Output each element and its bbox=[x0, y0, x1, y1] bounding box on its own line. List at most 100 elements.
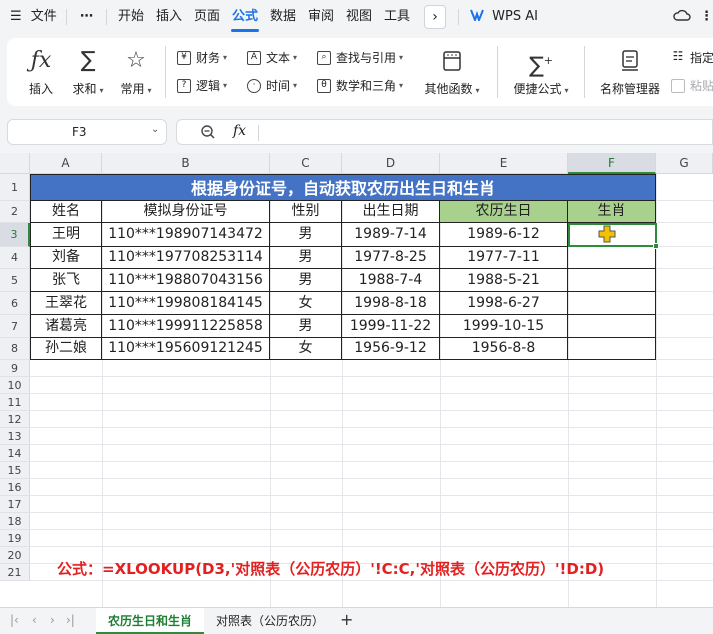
row-header-6[interactable]: 6 bbox=[0, 292, 30, 315]
tab-page[interactable]: 页面 bbox=[194, 0, 220, 34]
row-header-5[interactable]: 5 bbox=[0, 269, 30, 292]
cloud-icon[interactable] bbox=[673, 0, 691, 34]
table-cell[interactable]: 1956-9-12 bbox=[342, 338, 440, 360]
column-header-a[interactable]: A bbox=[30, 153, 102, 174]
table-cell[interactable]: 刘备 bbox=[30, 247, 102, 269]
file-menu[interactable]: ☰ 文件 bbox=[10, 0, 57, 34]
table-cell[interactable]: 女 bbox=[270, 292, 342, 315]
table-header-cell[interactable]: 出生日期 bbox=[342, 201, 440, 223]
table-cell[interactable]: 1989-6-12 bbox=[440, 223, 568, 247]
row-header-3[interactable]: 3 bbox=[0, 223, 30, 247]
table-cell[interactable]: 1977-7-11 bbox=[440, 247, 568, 269]
table-cell[interactable] bbox=[568, 338, 656, 360]
common-functions-button[interactable]: ☆ 常用 ▾ bbox=[113, 46, 159, 97]
quick-formula-button[interactable]: ∑+ 便捷公式 ▾ bbox=[509, 46, 573, 97]
table-cell[interactable]: 女 bbox=[270, 338, 342, 360]
row-header-7[interactable]: 7 bbox=[0, 315, 30, 338]
fx-icon[interactable]: fx bbox=[233, 123, 246, 139]
table-cell[interactable]: 男 bbox=[270, 315, 342, 338]
time-functions-button[interactable]: · 时间 ▾ bbox=[247, 76, 297, 96]
first-sheet-icon[interactable]: |‹ bbox=[10, 613, 19, 627]
select-all-corner[interactable] bbox=[0, 153, 30, 174]
table-cell[interactable] bbox=[568, 247, 656, 269]
zoom-icon[interactable] bbox=[200, 124, 216, 140]
table-cell[interactable]: 1999-10-15 bbox=[440, 315, 568, 338]
table-header-cell[interactable]: 模拟身份证号 bbox=[102, 201, 270, 223]
row-header-13[interactable]: 13 bbox=[0, 428, 30, 445]
autosum-button[interactable]: ∑ 求和 ▾ bbox=[65, 46, 111, 97]
overflow-icon[interactable]: ⋮ bbox=[700, 0, 713, 34]
row-header-4[interactable]: 4 bbox=[0, 247, 30, 269]
tab-view[interactable]: 视图 bbox=[346, 0, 372, 34]
logic-button[interactable]: ? 逻辑 ▾ bbox=[177, 76, 227, 96]
row-header-16[interactable]: 16 bbox=[0, 479, 30, 496]
tab-insert[interactable]: 插入 bbox=[156, 0, 182, 34]
finance-button[interactable]: ¥ 财务 ▾ bbox=[177, 48, 227, 68]
table-cell[interactable]: 男 bbox=[270, 223, 342, 247]
tab-tools[interactable]: 工具 bbox=[384, 0, 410, 34]
table-cell[interactable]: 1988-5-21 bbox=[440, 269, 568, 292]
table-header-cell[interactable]: 生肖 bbox=[568, 201, 656, 223]
table-cell[interactable] bbox=[568, 315, 656, 338]
row-header-20[interactable]: 20 bbox=[0, 547, 30, 564]
column-header-d[interactable]: D bbox=[342, 153, 440, 174]
tab-review[interactable]: 审阅 bbox=[308, 0, 334, 34]
paste-button[interactable]: 粘贴 bbox=[671, 76, 713, 96]
row-header-17[interactable]: 17 bbox=[0, 496, 30, 513]
table-header-cell[interactable]: 性别 bbox=[270, 201, 342, 223]
table-title[interactable]: 根据身份证号，自动获取农历出生日和生肖 bbox=[30, 174, 656, 201]
table-cell[interactable]: 110***199808184145 bbox=[102, 292, 270, 315]
row-header-9[interactable]: 9 bbox=[0, 360, 30, 377]
table-cell[interactable]: 1988-7-4 bbox=[342, 269, 440, 292]
table-cell[interactable]: 110***198907143472 bbox=[102, 223, 270, 247]
table-cell[interactable]: 110***199911225858 bbox=[102, 315, 270, 338]
sheet-tab-lunar-birthday[interactable]: 农历生日和生肖 bbox=[96, 608, 204, 634]
table-cell[interactable]: 张飞 bbox=[30, 269, 102, 292]
insert-function-button[interactable]: ƒx 插入 bbox=[21, 46, 61, 97]
table-cell[interactable]: 诸葛亮 bbox=[30, 315, 102, 338]
table-cell[interactable]: 男 bbox=[270, 247, 342, 269]
table-cell[interactable]: 1998-6-27 bbox=[440, 292, 568, 315]
tab-data[interactable]: 数据 bbox=[270, 0, 296, 34]
tab-home[interactable]: 开始 bbox=[118, 0, 144, 34]
table-cell[interactable]: 孙二娘 bbox=[30, 338, 102, 360]
row-header-1[interactable]: 1 bbox=[0, 174, 30, 201]
row-header-10[interactable]: 10 bbox=[0, 377, 30, 394]
table-cell[interactable]: 1989-7-14 bbox=[342, 223, 440, 247]
row-header-8[interactable]: 8 bbox=[0, 338, 30, 360]
next-sheet-icon[interactable]: › bbox=[50, 613, 55, 627]
column-header-c[interactable]: C bbox=[270, 153, 342, 174]
row-header-15[interactable]: 15 bbox=[0, 462, 30, 479]
table-cell[interactable] bbox=[568, 292, 656, 315]
column-header-b[interactable]: B bbox=[102, 153, 270, 174]
table-cell[interactable]: 1956-8-8 bbox=[440, 338, 568, 360]
row-header-14[interactable]: 14 bbox=[0, 445, 30, 462]
table-header-cell[interactable]: 姓名 bbox=[30, 201, 102, 223]
table-cell[interactable]: 1977-8-25 bbox=[342, 247, 440, 269]
sheet-tab-lookup-table[interactable]: 对照表（公历农历） bbox=[206, 608, 334, 634]
table-cell[interactable]: 110***197708253114 bbox=[102, 247, 270, 269]
column-header-f[interactable]: F bbox=[568, 153, 656, 174]
table-cell[interactable]: 110***195609121245 bbox=[102, 338, 270, 360]
specify-button[interactable]: ☷ 指定 bbox=[671, 48, 713, 68]
more-menu[interactable]: ⋯ bbox=[80, 0, 93, 34]
column-header-g[interactable]: G bbox=[656, 153, 713, 174]
text-functions-button[interactable]: A 文本 ▾ bbox=[247, 48, 297, 68]
name-manager-button[interactable]: 名称管理器 bbox=[595, 46, 665, 97]
last-sheet-icon[interactable]: ›| bbox=[66, 613, 75, 627]
table-cell[interactable]: 110***198807043156 bbox=[102, 269, 270, 292]
add-sheet-icon[interactable]: + bbox=[340, 610, 353, 629]
fill-handle[interactable] bbox=[653, 243, 659, 249]
table-cell[interactable]: 王明 bbox=[30, 223, 102, 247]
other-functions-button[interactable]: 其他函数 ▾ bbox=[419, 46, 485, 97]
wps-ai-button[interactable]: WPS AI bbox=[470, 0, 538, 34]
table-cell[interactable]: 男 bbox=[270, 269, 342, 292]
lookup-reference-button[interactable]: ⌕ 查找与引用 ▾ bbox=[317, 48, 403, 68]
table-cell[interactable]: 1998-8-18 bbox=[342, 292, 440, 315]
prev-sheet-icon[interactable]: ‹ bbox=[32, 613, 37, 627]
ribbon-tabs-next-button[interactable]: › bbox=[424, 5, 446, 29]
name-box[interactable]: F3 ⌄ bbox=[7, 119, 167, 145]
row-header-2[interactable]: 2 bbox=[0, 201, 30, 223]
row-header-11[interactable]: 11 bbox=[0, 394, 30, 411]
row-header-21[interactable]: 21 bbox=[0, 564, 30, 581]
